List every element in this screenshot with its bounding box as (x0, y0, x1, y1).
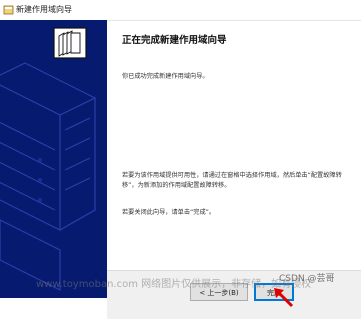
back-button[interactable]: < 上一步(B) (190, 283, 248, 301)
wizard-window: 新建作用域向导 正在完成新建作用域向导 你已成功完成新建作用域向导。 若要为该作… (0, 0, 361, 319)
wizard-banner (0, 20, 107, 298)
window-title: 新建作用域向导 (16, 5, 72, 14)
intro-text: 你已成功完成新建作用域向导。 (122, 73, 209, 80)
close-instruction-text: 若要关闭此向导，请单击“完成”。 (122, 209, 216, 216)
title-bar: 新建作用域向导 (0, 0, 361, 21)
page-title: 正在完成新建作用域向导 (122, 35, 227, 46)
wizard-icon (3, 5, 14, 15)
banner-graphic (0, 27, 96, 291)
failover-info-text: 若要为该作用域提供可用性，请通过在窗格中选择作用域，然后单击“配置故障转移”，为… (122, 172, 342, 189)
red-arrow-icon (274, 288, 294, 308)
csdn-watermark: CSDN @芸哥 (279, 274, 335, 284)
folder-document-icon (53, 27, 87, 59)
wizard-content: 正在完成新建作用域向导 你已成功完成新建作用域向导。 若要为该作用域提供可用性，… (107, 20, 361, 270)
